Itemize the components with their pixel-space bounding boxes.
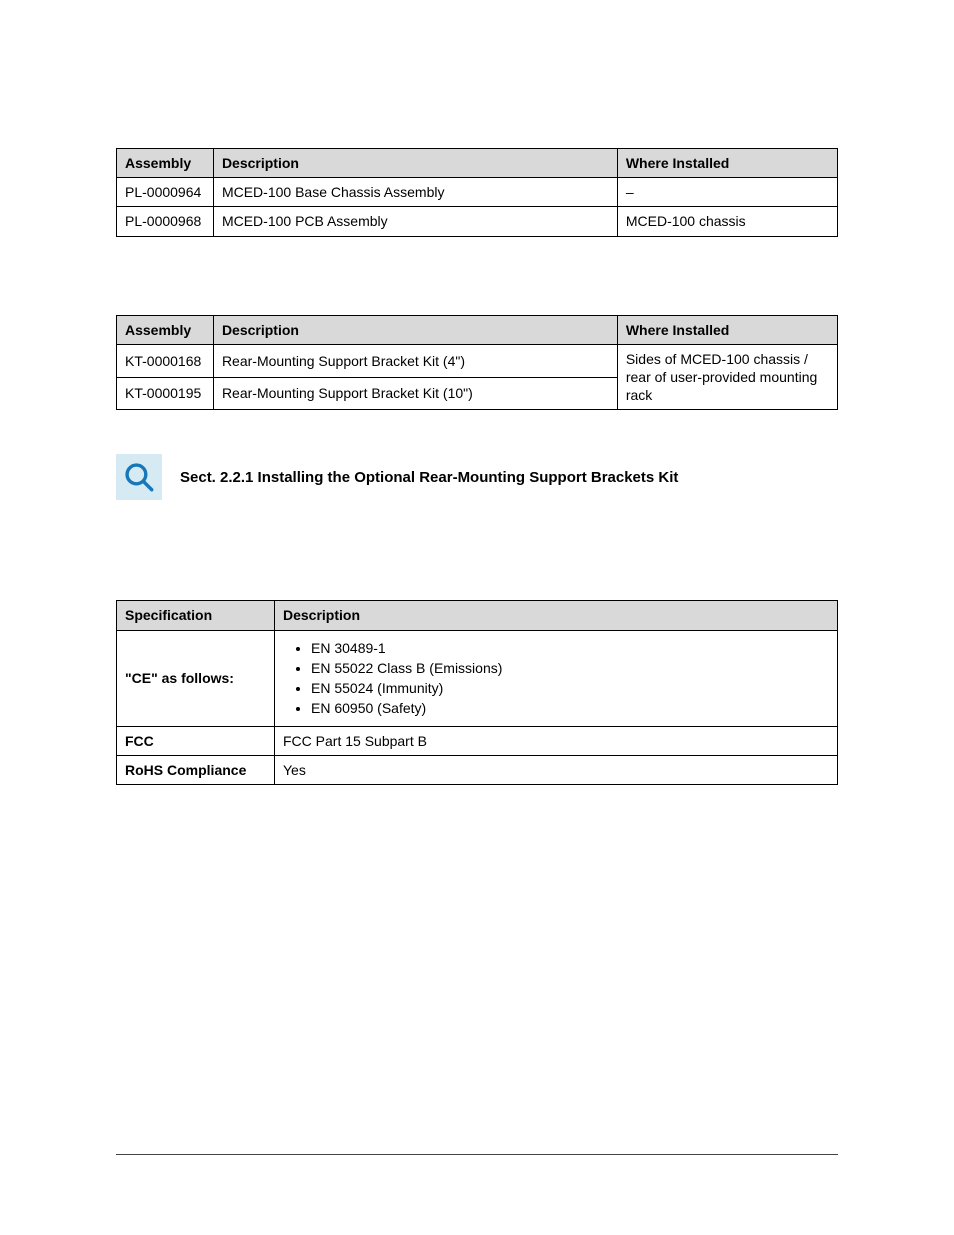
- cell-where-merged: Sides of MCED-100 chassis / rear of user…: [617, 344, 837, 410]
- table-row: FCC FCC Part 15 Subpart B: [117, 726, 838, 755]
- specification-table: Specification Description "CE" as follow…: [116, 600, 838, 785]
- cell-description: Rear-Mounting Support Bracket Kit (10"): [213, 377, 617, 410]
- list-item: EN 55022 Class B (Emissions): [311, 658, 829, 678]
- cell-description: MCED-100 Base Chassis Assembly: [213, 178, 617, 207]
- assembly-table-1: Assembly Description Where Installed PL-…: [116, 148, 838, 237]
- spec-list: EN 30489-1 EN 55022 Class B (Emissions) …: [283, 638, 829, 719]
- cell-spec: FCC: [117, 726, 275, 755]
- list-item: EN 30489-1: [311, 638, 829, 658]
- cell-assembly: PL-0000964: [117, 178, 214, 207]
- table-header: Assembly: [117, 315, 214, 344]
- cell-spec: RoHS Compliance: [117, 755, 275, 784]
- table-header: Assembly: [117, 149, 214, 178]
- assembly-table-2: Assembly Description Where Installed KT-…: [116, 315, 838, 411]
- list-item: EN 55024 (Immunity): [311, 678, 829, 698]
- cell-spec: "CE" as follows:: [117, 630, 275, 726]
- section-reference-text: Sect. 2.2.1 Installing the Optional Rear…: [180, 469, 678, 486]
- table-row: PL-0000964 MCED-100 Base Chassis Assembl…: [117, 178, 838, 207]
- cell-assembly: KT-0000168: [117, 344, 214, 377]
- footer-divider: [116, 1154, 838, 1155]
- cell-assembly: PL-0000968: [117, 207, 214, 236]
- cell-description: MCED-100 PCB Assembly: [213, 207, 617, 236]
- section-reference: Sect. 2.2.1 Installing the Optional Rear…: [116, 454, 838, 500]
- cell-where: –: [617, 178, 837, 207]
- table-row: KT-0000168 Rear-Mounting Support Bracket…: [117, 344, 838, 377]
- magnifier-icon: [116, 454, 162, 500]
- cell-assembly: KT-0000195: [117, 377, 214, 410]
- table-header: Description: [275, 601, 838, 630]
- table-header: Where Installed: [617, 315, 837, 344]
- table-row: PL-0000968 MCED-100 PCB Assembly MCED-10…: [117, 207, 838, 236]
- list-item: EN 60950 (Safety): [311, 698, 829, 718]
- table-row: RoHS Compliance Yes: [117, 755, 838, 784]
- cell-where: MCED-100 chassis: [617, 207, 837, 236]
- cell-spec-desc: EN 30489-1 EN 55022 Class B (Emissions) …: [275, 630, 838, 726]
- cell-spec-desc: FCC Part 15 Subpart B: [275, 726, 838, 755]
- table-header: Specification: [117, 601, 275, 630]
- table-header: Description: [213, 149, 617, 178]
- table-header: Where Installed: [617, 149, 837, 178]
- cell-spec-desc: Yes: [275, 755, 838, 784]
- table-header: Description: [213, 315, 617, 344]
- table-row: "CE" as follows: EN 30489-1 EN 55022 Cla…: [117, 630, 838, 726]
- cell-description: Rear-Mounting Support Bracket Kit (4"): [213, 344, 617, 377]
